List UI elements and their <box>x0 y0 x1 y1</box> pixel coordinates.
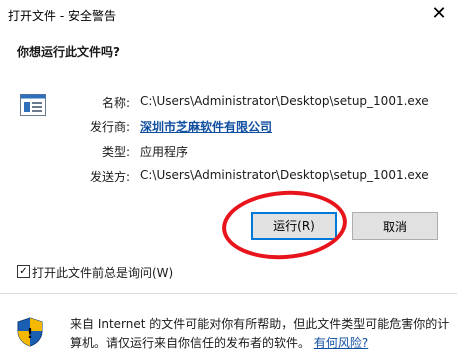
dialog-question: 你想运行此文件吗? <box>17 45 120 59</box>
name-value: C:\Users\Administrator\Desktop\setup_100… <box>140 94 429 108</box>
name-label: 名称: <box>101 96 130 110</box>
what-is-risk-link[interactable]: 有何风险? <box>314 336 368 350</box>
warning-footer: ! 来自 Internet 的文件可能对你有所帮助，但此文件类型可能危害你的计算… <box>0 294 457 358</box>
always-ask-checkbox[interactable]: ✓ <box>17 265 30 278</box>
close-icon[interactable]: ✕ <box>427 3 451 25</box>
title-bar: 打开文件 - 安全警告 ✕ <box>0 0 457 30</box>
warning-message: 来自 Internet 的文件可能对你有所帮助，但此文件类型可能危害你的计算机。… <box>70 317 450 350</box>
from-value: C:\Users\Administrator\Desktop\setup_100… <box>140 168 429 182</box>
window-title: 打开文件 - 安全警告 <box>8 9 116 23</box>
always-ask-label[interactable]: 打开此文件前总是询问(W) <box>32 264 173 281</box>
warning-text: 来自 Internet 的文件可能对你有所帮助，但此文件类型可能危害你的计算机。… <box>70 315 450 353</box>
type-value: 应用程序 <box>140 145 189 159</box>
type-label: 类型: <box>101 145 130 159</box>
svg-text:!: ! <box>27 327 33 342</box>
cancel-button[interactable]: 取消 <box>352 212 438 240</box>
security-shield-icon: ! <box>17 317 43 347</box>
run-button[interactable]: 运行(R) <box>251 212 337 240</box>
publisher-label: 发行商: <box>89 120 130 134</box>
publisher-link[interactable]: 深圳市芝麻软件有限公司 <box>140 120 272 134</box>
from-label: 发送方: <box>89 170 130 184</box>
